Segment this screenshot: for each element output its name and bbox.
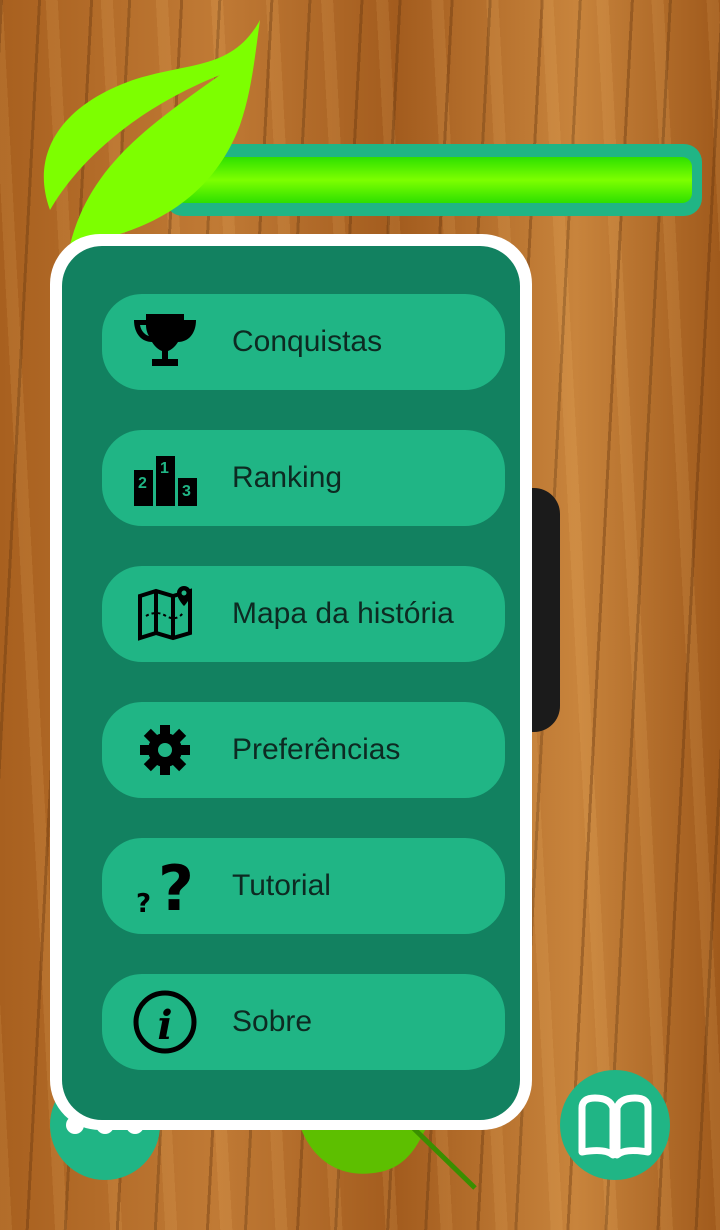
menu-item-label: Sobre (232, 1005, 313, 1038)
menu-item-label: Mapa da história (232, 597, 454, 630)
map-icon (132, 584, 198, 644)
menu-item-tutorial[interactable]: ?? Tutorial (102, 838, 505, 934)
menu-item-ranking[interactable]: 213 Ranking (102, 430, 505, 526)
gear-icon (132, 720, 198, 780)
menu-panel: Conquistas 213 Ranking Mapa da história … (50, 234, 532, 1130)
trophy-icon (132, 312, 198, 372)
svg-text:i: i (157, 1002, 172, 1049)
question-icon: ?? (132, 856, 198, 916)
svg-text:3: 3 (182, 483, 191, 500)
book-button[interactable] (560, 1070, 670, 1180)
leaf-decoration (298, 1120, 477, 1190)
info-icon: i (132, 990, 198, 1054)
leaf-logo-icon (43, 20, 260, 245)
svg-text:?: ? (136, 889, 151, 916)
svg-text:?: ? (158, 856, 194, 916)
menu-item-label: Preferências (232, 733, 401, 766)
menu-item-sobre[interactable]: i Sobre (102, 974, 505, 1070)
menu-item-label: Conquistas (232, 325, 383, 358)
svg-text:1: 1 (160, 460, 169, 477)
menu-item-conquistas[interactable]: Conquistas (102, 294, 505, 390)
menu-item-preferencias[interactable]: Preferências (102, 702, 505, 798)
book-icon (578, 1094, 652, 1159)
menu-item-mapa[interactable]: Mapa da história (102, 566, 505, 662)
menu-item-label: Ranking (232, 461, 343, 494)
svg-text:2: 2 (138, 475, 147, 492)
menu-item-label: Tutorial (232, 869, 331, 902)
podium-icon: 213 (132, 448, 198, 508)
